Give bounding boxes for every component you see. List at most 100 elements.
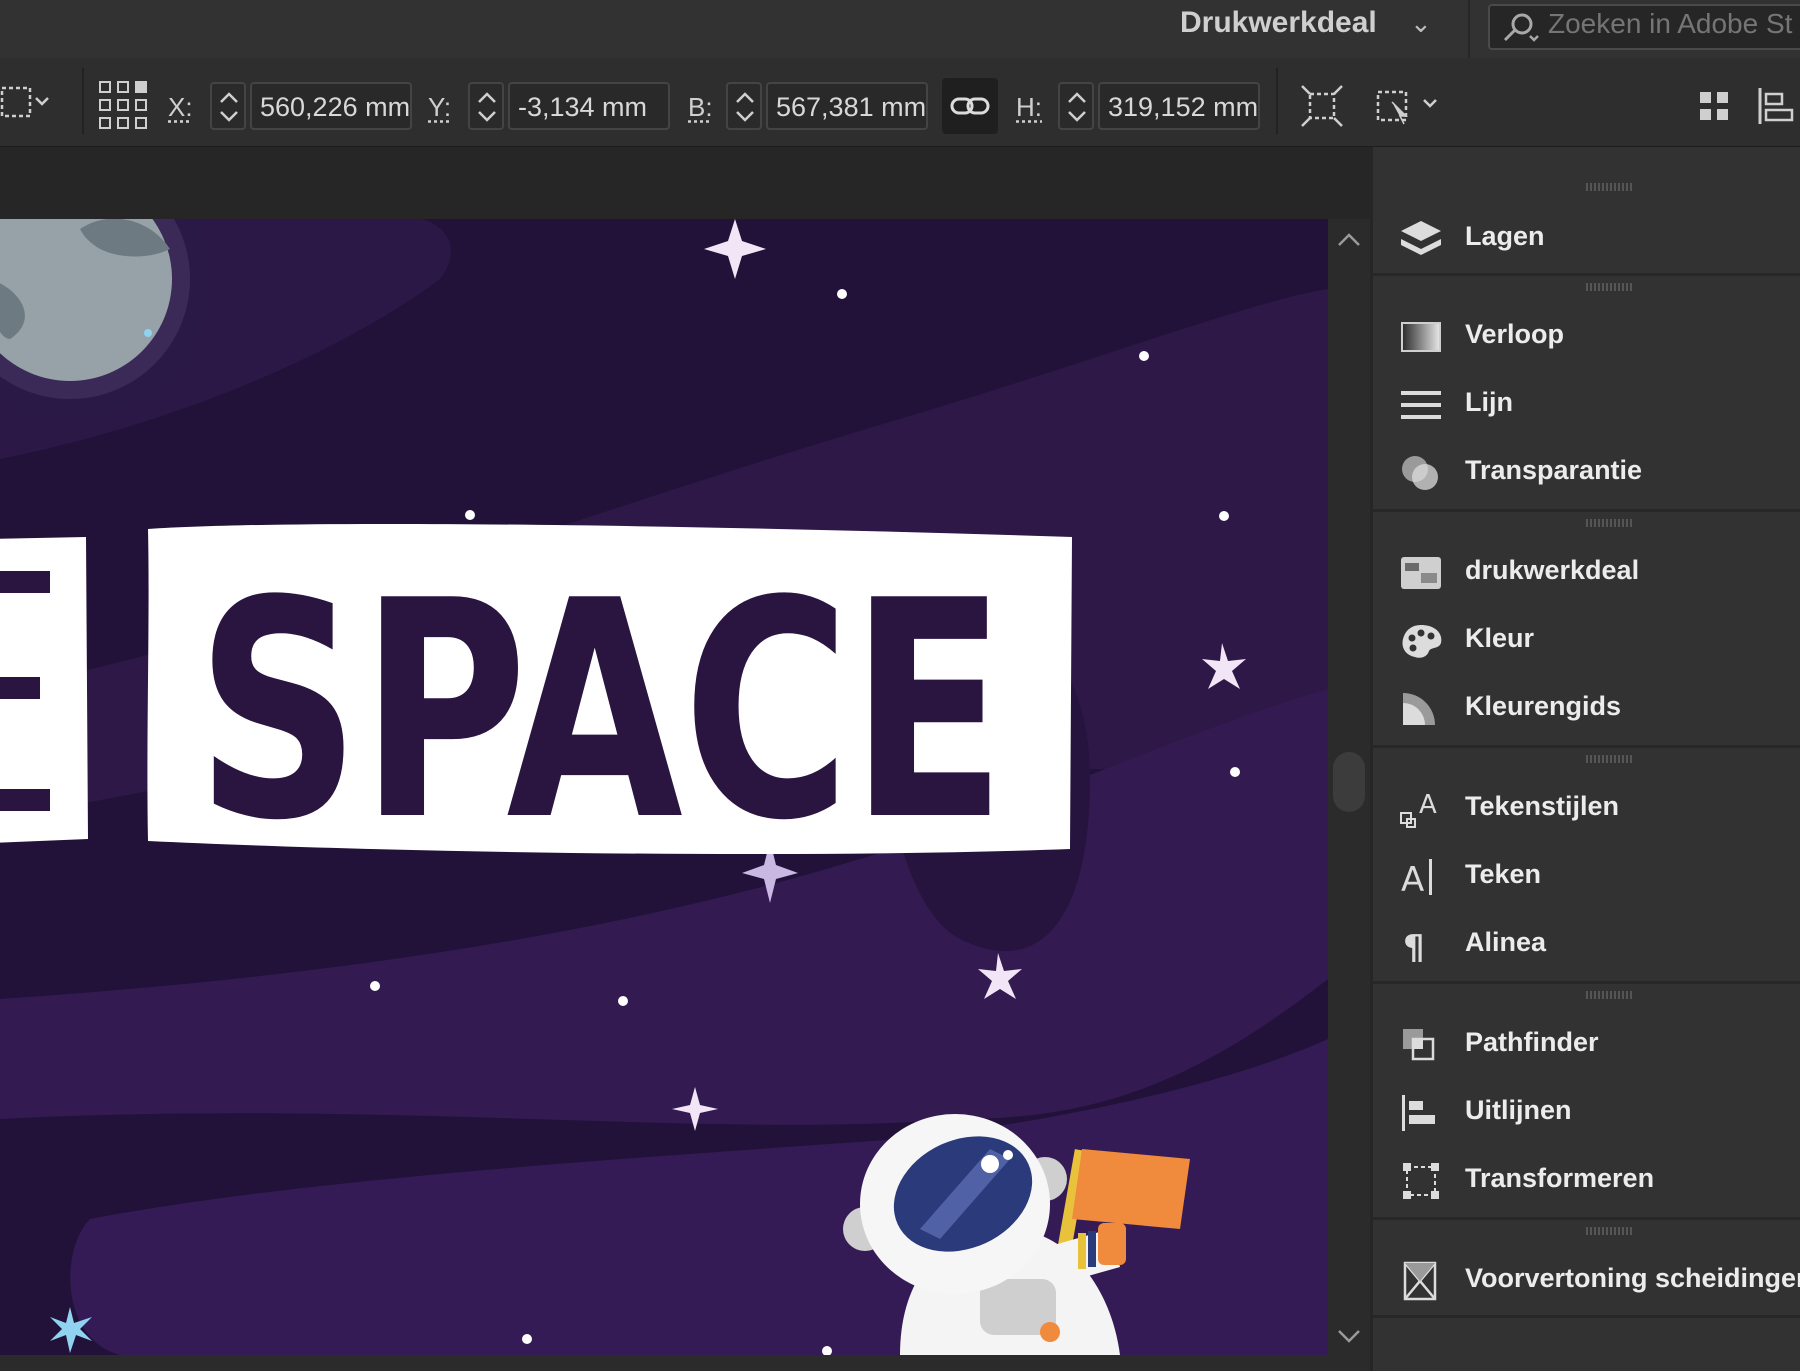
panel-item-label: Verloop — [1465, 319, 1565, 349]
panel-item-label: Lijn — [1465, 387, 1513, 417]
panel-item-label: Alinea — [1465, 927, 1547, 957]
star-dot — [370, 981, 380, 991]
star-dot — [465, 510, 475, 520]
horizontal-scrollbar[interactable] — [0, 1355, 1370, 1371]
panel-item-alinea[interactable]: ¶ Alinea — [1373, 911, 1800, 975]
x-field[interactable]: 560,226 mm — [250, 82, 412, 130]
panel-grip[interactable] — [1586, 991, 1634, 999]
panel-item-uitlijnen[interactable]: Uitlijnen — [1373, 1079, 1800, 1143]
star-dot — [1230, 767, 1240, 777]
panel-item-lijn[interactable]: Lijn — [1373, 371, 1800, 435]
star-dot — [144, 329, 152, 337]
divider — [1373, 273, 1800, 276]
constrain-proportions-button[interactable] — [942, 78, 998, 134]
y-stepper[interactable] — [468, 82, 504, 130]
panel-item-label: Lagen — [1465, 221, 1545, 251]
library-icon — [1401, 557, 1441, 589]
height-stepper[interactable] — [1058, 82, 1094, 130]
chevron-down-icon[interactable]: ⌄ — [1410, 8, 1432, 39]
panel-item-drukwerkdeal[interactable]: drukwerkdeal — [1373, 539, 1800, 603]
x-label: X: — [168, 92, 193, 122]
divider — [1373, 509, 1800, 512]
y-label: Y: — [428, 92, 452, 122]
hose-connector — [1040, 1322, 1060, 1342]
panel-grip[interactable] — [1586, 519, 1634, 527]
panel-item-label: Pathfinder — [1465, 1027, 1599, 1057]
panel-item-label: drukwerkdeal — [1465, 555, 1640, 585]
stepper-arrows-icon — [1068, 92, 1086, 122]
align-left-icon[interactable] — [1756, 86, 1796, 126]
workspace-switcher-label[interactable]: Drukwerkdeal — [1180, 6, 1377, 40]
stepper-arrows-icon — [220, 92, 238, 122]
panel-dock: Lagen Verloop Lijn Transparantie drukwer… — [1370, 147, 1800, 1371]
width-stepper[interactable] — [726, 82, 762, 130]
star-dot — [837, 289, 847, 299]
panel-item-teken[interactable]: A Teken — [1373, 843, 1800, 907]
panel-item-transformeren[interactable]: Transformeren — [1373, 1147, 1800, 1211]
panel-grip[interactable] — [1586, 755, 1634, 763]
character-styles-icon: A — [1400, 790, 1437, 828]
panel-item-label: Transformeren — [1465, 1163, 1655, 1193]
panel-item-pathfinder[interactable]: Pathfinder — [1373, 1011, 1800, 1075]
star-dot — [618, 996, 628, 1006]
panel-item-label: Transparantie — [1465, 455, 1643, 485]
select-content-icon[interactable] — [1374, 82, 1444, 130]
space-artwork: SPACE — [0, 219, 1328, 1355]
transparency-icon — [1402, 456, 1438, 490]
divider — [1373, 1315, 1800, 1318]
panel-grip[interactable] — [1586, 283, 1634, 291]
document-canvas[interactable]: SPACE — [0, 219, 1328, 1355]
star-dot — [1139, 351, 1149, 361]
divider — [82, 68, 84, 134]
x-stepper[interactable] — [210, 82, 246, 130]
height-field[interactable]: 319,152 mm — [1098, 82, 1260, 130]
fit-frame-icon[interactable] — [1300, 84, 1344, 128]
divider — [1373, 1217, 1800, 1220]
color-guide-icon — [1403, 693, 1435, 725]
character-icon: A — [1401, 859, 1432, 897]
panel-item-label: Kleurengids — [1465, 691, 1622, 721]
panel-item-label: Kleur — [1465, 623, 1535, 653]
divider — [1373, 981, 1800, 984]
palette-icon — [1402, 625, 1442, 658]
paragraph-icon: ¶ — [1403, 928, 1425, 965]
reference-point-icon[interactable] — [98, 80, 148, 130]
panel-item-kleurengids[interactable]: Kleurengids — [1373, 675, 1800, 739]
panel-item-lagen[interactable]: Lagen — [1373, 205, 1800, 269]
panel-item-tekenstijlen[interactable]: A Tekenstijlen — [1373, 775, 1800, 839]
panel-item-kleur[interactable]: Kleur — [1373, 607, 1800, 671]
width-field[interactable]: 567,381 mm — [766, 82, 928, 130]
svg-text:¶: ¶ — [1403, 928, 1425, 965]
panel-item-label: Uitlijnen — [1465, 1095, 1572, 1125]
search-icon[interactable] — [1500, 10, 1540, 44]
height-label: H: — [1016, 92, 1042, 122]
visor-shine — [981, 1155, 999, 1173]
chevron-up-icon[interactable] — [1336, 232, 1362, 248]
selection-frame-icon[interactable] — [0, 84, 56, 124]
y-field[interactable]: -3,134 mm — [508, 82, 670, 130]
stepper-arrows-icon — [736, 92, 754, 122]
scrollbar-thumb[interactable] — [1333, 752, 1365, 812]
star-dot — [1219, 511, 1229, 521]
cuff-stripe — [1088, 1231, 1096, 1267]
document-tab-strip — [0, 147, 1370, 219]
layers-icon — [1401, 221, 1441, 255]
pathfinder-icon — [1403, 1029, 1435, 1061]
search-input[interactable] — [1548, 8, 1800, 40]
panel-item-label: Teken — [1465, 859, 1542, 889]
panel-item-voorvertoning-scheidingen[interactable]: Voorvertoning scheidingen — [1373, 1247, 1800, 1311]
link-icon — [950, 97, 990, 115]
panel-item-verloop[interactable]: Verloop — [1373, 303, 1800, 367]
panel-grip[interactable] — [1586, 183, 1634, 191]
divider — [1373, 745, 1800, 748]
chevron-down-icon[interactable] — [1336, 1328, 1362, 1344]
distribute-icon[interactable] — [1696, 88, 1732, 124]
align-icon — [1402, 1095, 1435, 1131]
divider — [1276, 68, 1278, 134]
star-dot — [522, 1334, 532, 1344]
panel-grip[interactable] — [1586, 1227, 1634, 1235]
width-label: B: — [688, 92, 713, 122]
transform-icon — [1403, 1163, 1439, 1199]
astronaut-glove — [1098, 1223, 1126, 1265]
panel-item-transparantie[interactable]: Transparantie — [1373, 439, 1800, 503]
